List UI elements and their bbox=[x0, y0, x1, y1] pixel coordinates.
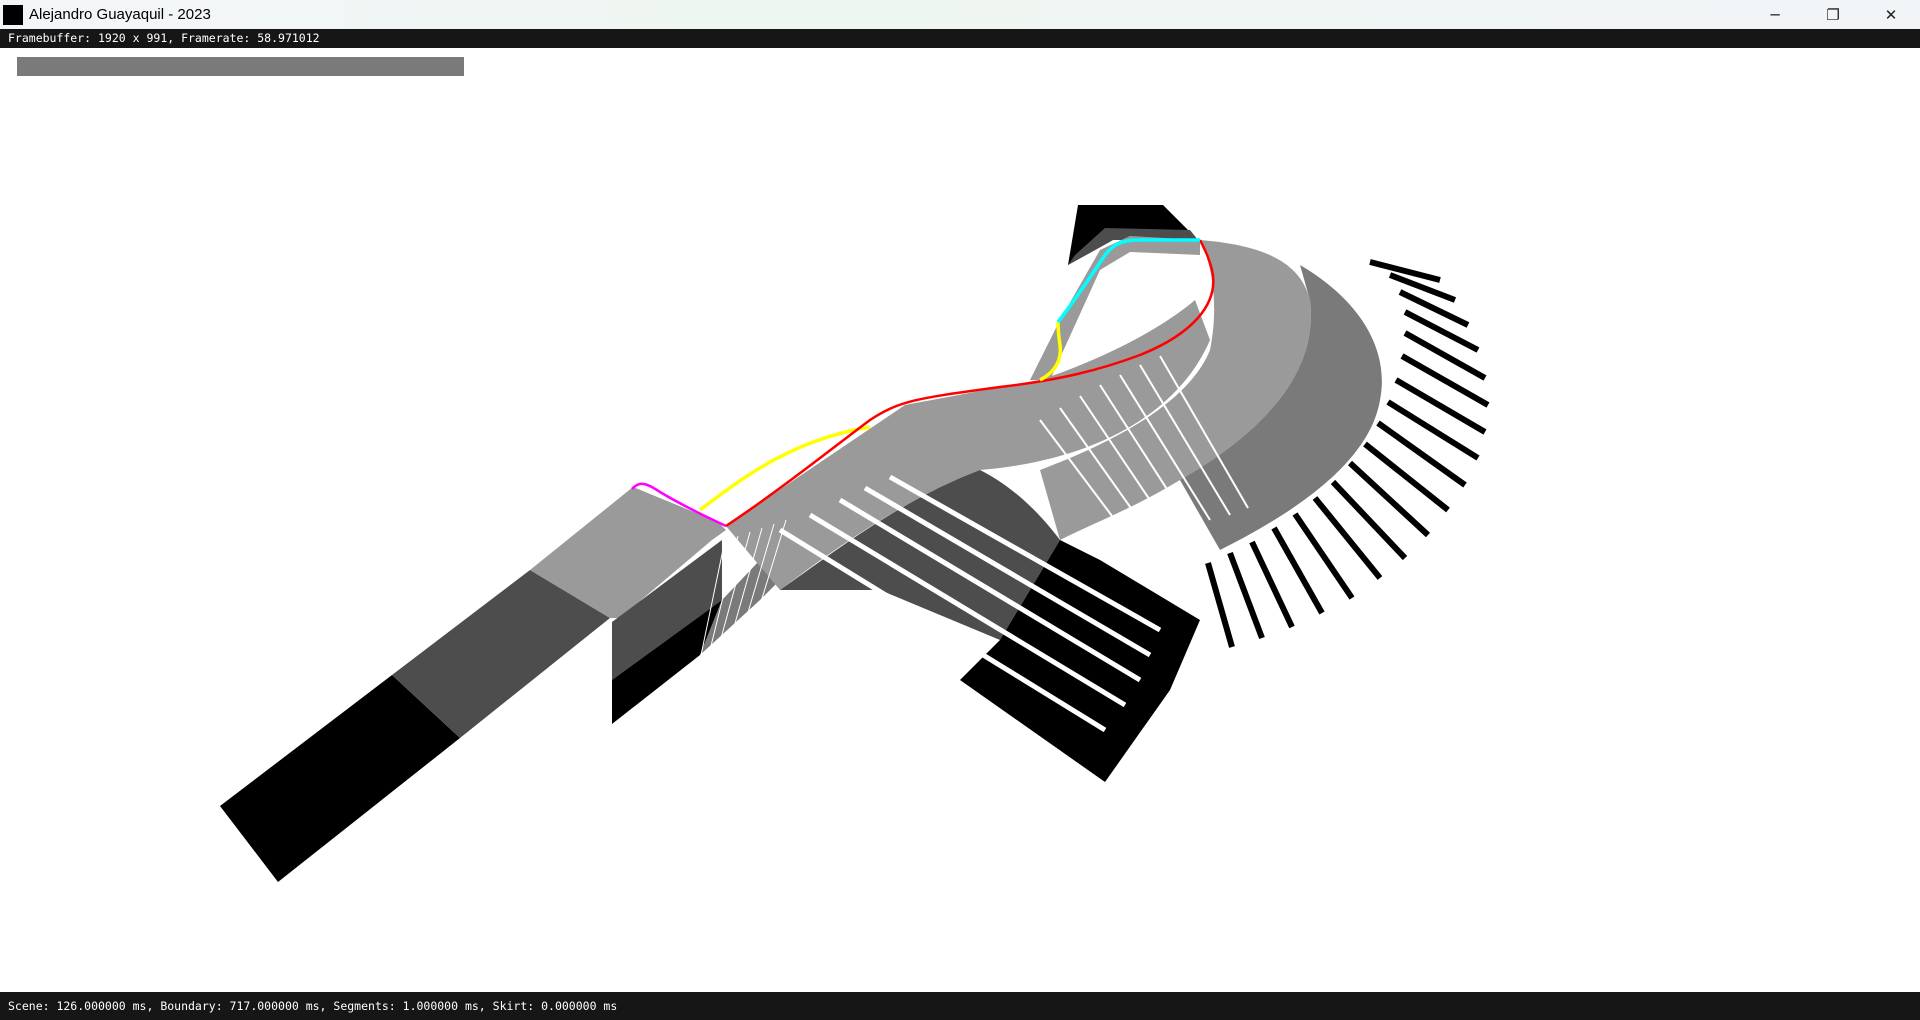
window-titlebar: Alejandro Guayaquil - 2023 ─ ❐ ✕ bbox=[0, 0, 1920, 29]
render-viewport[interactable] bbox=[0, 48, 1920, 992]
window-controls: ─ ❐ ✕ bbox=[1746, 0, 1920, 29]
minimize-icon[interactable]: ─ bbox=[1746, 0, 1804, 29]
program-options-label: Program Options bbox=[36, 97, 141, 111]
program-options-header[interactable]: ▶ Program Options bbox=[17, 57, 464, 111]
app-icon bbox=[3, 4, 23, 25]
chevron-right-icon: ▶ bbox=[36, 78, 44, 92]
framebuffer-info: Framebuffer: 1920 x 991, Framerate: 58.9… bbox=[0, 29, 1920, 48]
restore-icon[interactable]: ❐ bbox=[1804, 0, 1862, 29]
window-title: Alejandro Guayaquil - 2023 bbox=[29, 6, 211, 23]
close-icon[interactable]: ✕ bbox=[1862, 0, 1920, 29]
ramp-dark-segment bbox=[220, 675, 460, 882]
status-bar: Scene: 126.000000 ms, Boundary: 717.0000… bbox=[0, 992, 1920, 1020]
